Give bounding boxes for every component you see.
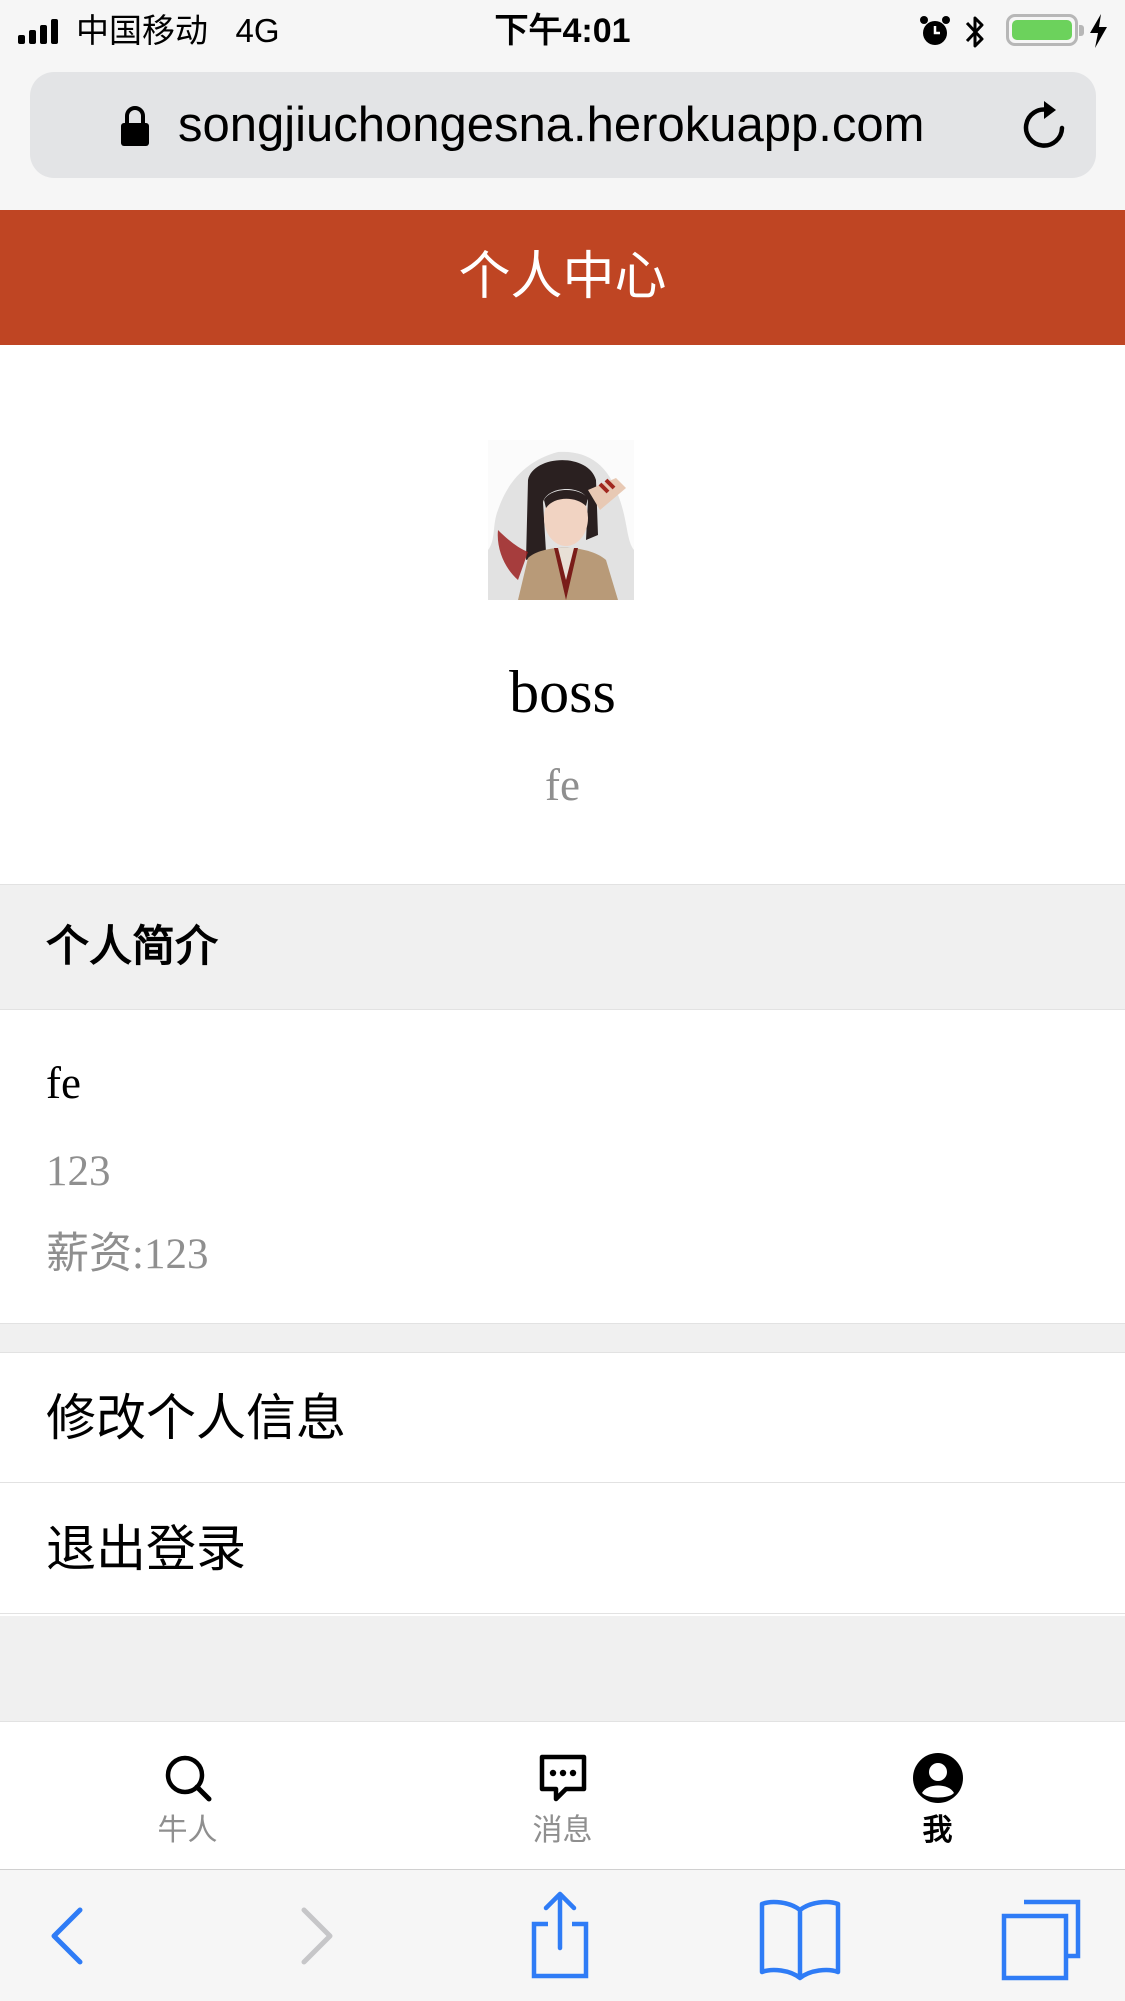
intro-description: 123 <box>46 1148 111 1195</box>
tab-me[interactable]: 我 <box>750 1721 1125 1869</box>
forward-icon <box>301 1907 333 1965</box>
bookmarks-icon <box>759 1899 841 1981</box>
page-background <box>0 1616 1125 1721</box>
alarm-icon <box>920 16 950 45</box>
forward-button[interactable] <box>268 1888 364 1984</box>
tab-talent-label: 牛人 <box>157 1814 218 1847</box>
username: boss <box>509 659 616 725</box>
avatar <box>488 440 634 600</box>
lock-icon <box>121 106 149 146</box>
intro-section-label: 个人简介 <box>46 923 218 971</box>
edit-profile-label[interactable]: 修改个人信息 <box>46 1353 346 1483</box>
tabs-button[interactable] <box>994 1888 1090 1984</box>
back-button[interactable] <box>18 1888 114 1984</box>
url-text[interactable]: songjiuchongesna.herokuapp.com <box>178 92 924 158</box>
tab-messages[interactable]: 消息 <box>375 1721 750 1869</box>
tab-talent[interactable]: 牛人 <box>0 1721 375 1869</box>
share-icon <box>531 1891 589 1979</box>
section-divider <box>0 1323 1125 1353</box>
back-icon <box>51 1907 83 1965</box>
share-button[interactable] <box>512 1888 608 1984</box>
tabs-icon <box>1001 1899 1081 1981</box>
search-icon <box>165 1755 212 1802</box>
user-title: fe <box>545 760 580 810</box>
logout-label[interactable]: 退出登录 <box>46 1484 246 1614</box>
status-time: 下午4:01 <box>494 12 631 50</box>
message-icon <box>539 1754 587 1802</box>
battery-icon <box>1006 14 1084 46</box>
intro-salary: 薪资:123 <box>46 1231 209 1278</box>
bookmarks-button[interactable] <box>752 1888 848 1984</box>
tab-messages-label: 消息 <box>532 1814 593 1847</box>
bluetooth-icon <box>965 16 984 48</box>
page-title: 个人中心 <box>458 248 667 306</box>
tab-me-label: 我 <box>922 1814 953 1847</box>
charging-icon <box>1090 14 1107 48</box>
user-icon <box>913 1753 963 1803</box>
reload-icon[interactable] <box>1018 98 1072 154</box>
intro-job-title: fe <box>46 1058 81 1108</box>
